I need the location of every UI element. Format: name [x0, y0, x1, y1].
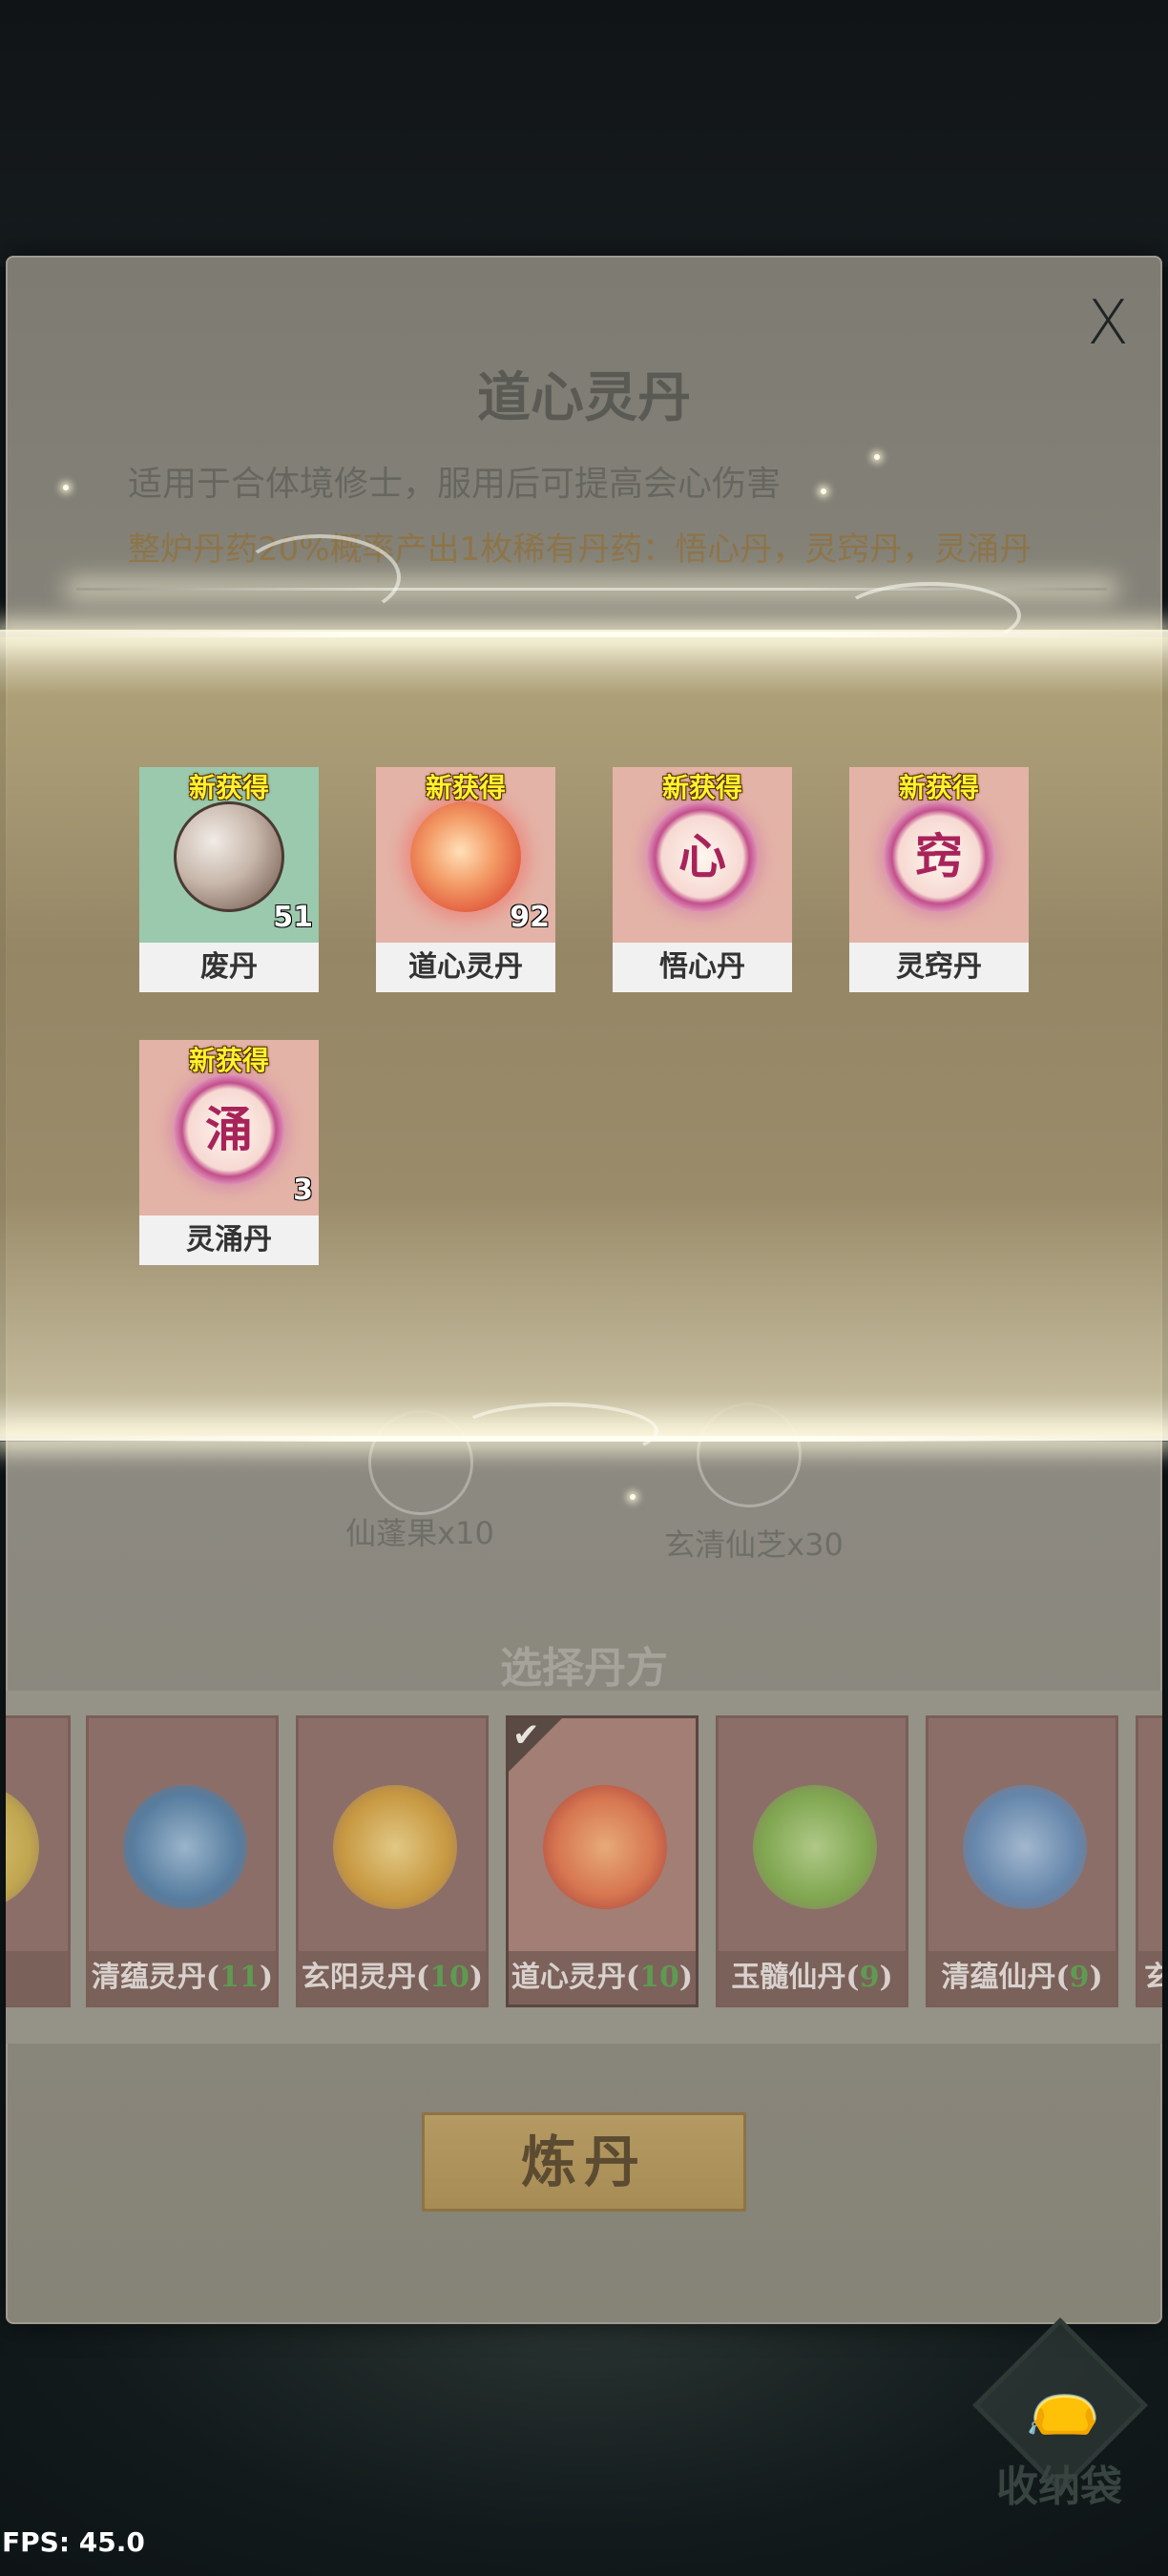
- new-badge: 新获得: [898, 772, 979, 803]
- seal-pill-icon: 窍: [884, 801, 994, 912]
- recipe-card-name: 玉髓仙丹(9): [719, 1951, 906, 2005]
- seal-pill-icon: 涌: [174, 1074, 284, 1185]
- recipe-orb-icon: [543, 1785, 667, 1909]
- checkmark-icon: ✔: [512, 1716, 540, 1755]
- recipe-card[interactable]: 玄阳灵丹(10): [296, 1715, 489, 2007]
- recipe-strip[interactable]: (11) 清蕴灵丹(11) 玄阳灵丹(10) ✔ 道心灵丹(10) 玉髓仙丹(9…: [6, 1691, 1162, 2044]
- fps-counter: FPS: 45.0: [2, 2526, 145, 2558]
- cloud-swirl: [840, 582, 1021, 649]
- recipe-orb-icon: [123, 1785, 247, 1909]
- item-name: 废丹: [139, 943, 319, 992]
- recipe-title: 道心灵丹: [477, 366, 691, 429]
- recipe-orb-icon: [753, 1785, 877, 1909]
- storage-bag-button[interactable]: 👝 收纳袋: [964, 2317, 1155, 2513]
- close-icon: X: [1087, 288, 1129, 359]
- sparkle: [874, 454, 880, 460]
- recipe-description: 适用于合体境修士，服用后可提高会心伤害: [128, 465, 782, 504]
- recipe-card[interactable]: 清蕴灵丹(11): [86, 1715, 279, 2007]
- recipe-card-name: 清蕴灵丹(11): [89, 1951, 276, 2005]
- sparkle: [821, 488, 826, 494]
- pill-glyph: 窍: [915, 828, 963, 884]
- pill-glyph: 涌: [205, 1101, 253, 1157]
- item-count: 3: [293, 1174, 313, 1207]
- cloud-swirl: [458, 1402, 658, 1460]
- recipe-select-title: 选择丹方: [500, 1644, 668, 1693]
- sparkle: [630, 1494, 636, 1500]
- new-badge: 新获得: [425, 772, 506, 803]
- recipe-card-name: 道心灵丹(10): [509, 1951, 696, 2005]
- reward-banner: [0, 630, 1168, 1441]
- material-label: 玄清仙芝x30: [664, 1527, 844, 1563]
- item-name: 灵涌丹: [139, 1215, 319, 1265]
- recipe-card-name: 清蕴仙丹(9): [928, 1951, 1116, 2005]
- recipe-card[interactable]: 清蕴仙丹(9): [926, 1715, 1118, 2007]
- refine-button[interactable]: 炼丹: [422, 2112, 746, 2212]
- item-name: 悟心丹: [613, 943, 792, 992]
- item-count: 51: [273, 901, 313, 934]
- item-count: 92: [510, 901, 550, 934]
- recipe-card[interactable]: (11): [6, 1715, 71, 2007]
- recipe-orb-icon: [333, 1785, 457, 1909]
- storage-label: 收纳袋: [996, 2462, 1122, 2511]
- reward-item[interactable]: 涌 新获得 3 灵涌丹: [139, 1040, 319, 1265]
- recipe-card-name: 玄: [1138, 1951, 1162, 2005]
- reward-item[interactable]: 新获得 92 道心灵丹: [376, 767, 555, 992]
- top-backdrop: [0, 0, 1168, 267]
- item-name: 灵窍丹: [849, 943, 1029, 992]
- reward-item[interactable]: 心 新获得 悟心丹: [613, 767, 792, 992]
- new-badge: 新获得: [188, 1045, 269, 1076]
- cloud-swirl: [239, 534, 401, 620]
- fire-pill-icon: [410, 801, 521, 912]
- recipe-card[interactable]: 玉髓仙丹(9): [716, 1715, 908, 2007]
- reward-item[interactable]: 窍 新获得 灵窍丹: [849, 767, 1029, 992]
- sparkle: [63, 485, 69, 490]
- recipe-card-selected[interactable]: ✔ 道心灵丹(10): [506, 1715, 699, 2007]
- item-name: 道心灵丹: [376, 943, 555, 992]
- pill-glyph: 心: [678, 828, 726, 884]
- recipe-card-name: (11): [6, 1951, 68, 2005]
- recipe-orb-icon: [963, 1785, 1087, 1909]
- new-badge: 新获得: [188, 772, 269, 803]
- seal-pill-icon: 心: [647, 801, 758, 912]
- close-button[interactable]: X: [1078, 293, 1137, 354]
- recipe-card-name: 玄阳灵丹(10): [299, 1951, 486, 2005]
- new-badge: 新获得: [661, 772, 742, 803]
- storage-bag-icon: 👝: [1025, 2367, 1101, 2438]
- recipe-card[interactable]: 玄: [1136, 1715, 1162, 2007]
- recipe-orb-icon: [6, 1785, 39, 1909]
- material-label: 仙蓬果x10: [345, 1515, 494, 1551]
- stone-pill-icon: [174, 801, 284, 912]
- reward-item[interactable]: 新获得 51 废丹: [139, 767, 319, 992]
